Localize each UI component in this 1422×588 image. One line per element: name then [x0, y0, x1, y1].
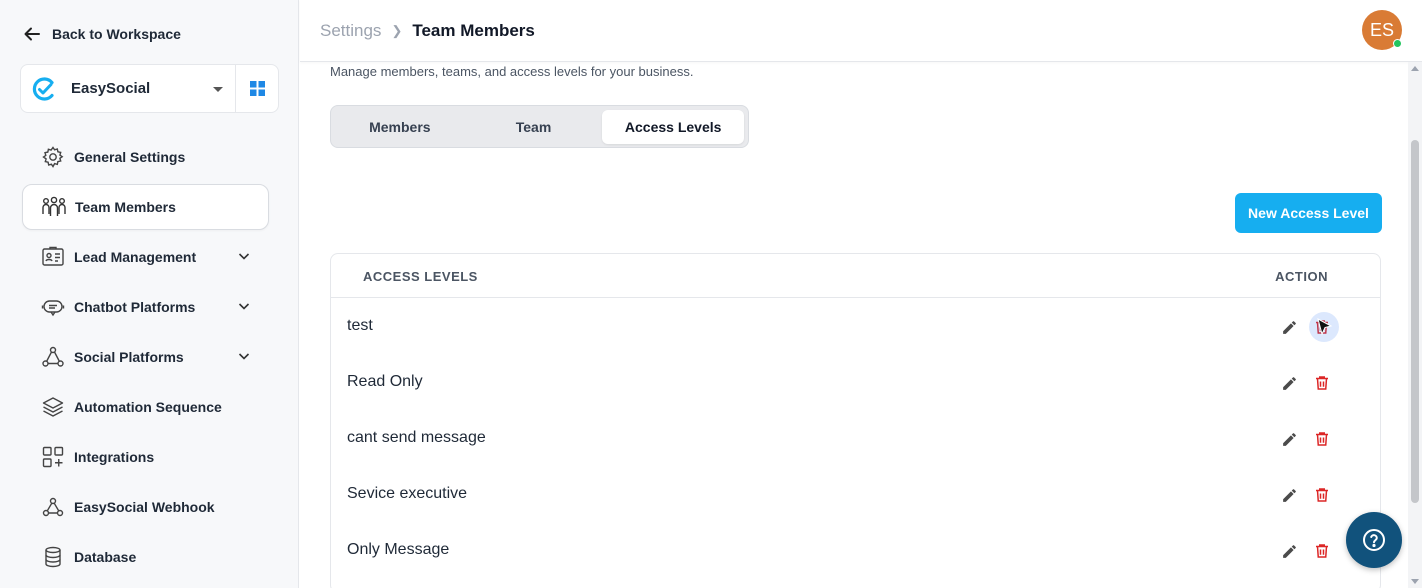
edit-button[interactable] — [1279, 429, 1299, 449]
apps-grid-button[interactable] — [235, 65, 278, 112]
breadcrumb-current: Team Members — [412, 21, 535, 40]
sidebar-item-general-settings[interactable]: General Settings — [22, 134, 269, 180]
pencil-icon — [1282, 376, 1296, 390]
avatar-initials: ES — [1369, 19, 1394, 40]
online-status-dot — [1393, 39, 1402, 48]
sidebar-item-label: General Settings — [74, 149, 186, 165]
sidebar-item-lead-management[interactable]: Lead Management — [22, 234, 269, 280]
chevron-right-icon: ❯ — [391, 23, 403, 38]
pencil-icon — [1282, 544, 1296, 558]
gear-icon — [40, 144, 66, 170]
page-description: Manage members, teams, and access levels… — [330, 64, 694, 79]
table-row: Read Only — [331, 354, 1380, 410]
access-level-name: cant send message — [347, 429, 486, 446]
sidebar-item-label: Social Platforms — [74, 349, 184, 365]
new-access-level-button[interactable]: New Access Level — [1235, 193, 1382, 233]
sidebar-item-label: Integrations — [74, 449, 155, 465]
cursor-arrow-icon — [1317, 318, 1333, 336]
delete-button[interactable] — [1312, 429, 1332, 449]
edit-button[interactable] — [1279, 317, 1299, 337]
arrow-left-icon — [24, 27, 40, 41]
sidebar-item-team-members[interactable]: Team Members — [22, 184, 269, 230]
back-to-workspace-link[interactable]: Back to Workspace — [22, 24, 181, 44]
column-header-access-levels: ACCESS LEVELS — [363, 269, 478, 284]
sidebar-item-integrations[interactable]: Integrations — [22, 434, 269, 480]
delete-button[interactable] — [1312, 485, 1332, 505]
table-row: Sevice executive — [331, 466, 1380, 522]
sidebar-item-label: Team Members — [75, 199, 176, 215]
scroll-down-icon[interactable] — [1411, 579, 1419, 584]
layers-icon — [40, 394, 66, 420]
chatbot-icon — [40, 294, 66, 320]
workspace-name: EasySocial — [71, 80, 151, 97]
mouse-cursor — [1309, 312, 1339, 342]
access-levels-table: ACCESS LEVELS ACTION test Read Only cant… — [330, 253, 1381, 588]
chevron-down-icon — [238, 303, 250, 310]
chevron-down-icon — [238, 353, 250, 360]
edit-button[interactable] — [1279, 485, 1299, 505]
chevron-down-icon — [238, 253, 250, 260]
delete-button[interactable] — [1312, 373, 1332, 393]
delete-button[interactable] — [1312, 541, 1332, 561]
pencil-icon — [1282, 432, 1296, 446]
trash-icon — [1316, 544, 1328, 558]
contact-card-icon — [40, 244, 66, 270]
grid-icon — [249, 81, 265, 96]
tab-bar: Members Team Access Levels — [330, 105, 749, 148]
sidebar-item-label: Database — [74, 549, 137, 565]
sidebar-item-label: Automation Sequence — [74, 399, 222, 415]
edit-button[interactable] — [1279, 373, 1299, 393]
sidebar-item-database[interactable]: Database — [22, 534, 269, 580]
database-icon — [40, 544, 66, 570]
access-level-name: Only Message — [347, 541, 450, 558]
sidebar-item-automation-sequence[interactable]: Automation Sequence — [22, 384, 269, 430]
table-header: ACCESS LEVELS ACTION — [331, 254, 1380, 298]
pencil-icon — [1282, 320, 1296, 334]
scroll-thumb[interactable] — [1411, 140, 1419, 503]
sidebar-item-label: Lead Management — [74, 249, 197, 265]
question-mark-icon — [1363, 529, 1385, 551]
breadcrumb: Settings ❯ Team Members — [320, 21, 535, 41]
breadcrumb-settings-link[interactable]: Settings — [320, 21, 381, 41]
workspace-switcher: EasySocial — [20, 64, 279, 113]
access-level-name: Read Only — [347, 373, 423, 390]
settings-nav: General Settings Team Members Lead Manag… — [22, 134, 269, 584]
access-level-name: test — [347, 317, 373, 334]
trash-icon — [1316, 376, 1328, 390]
scroll-up-icon[interactable] — [1411, 66, 1419, 71]
pencil-icon — [1282, 488, 1296, 502]
sidebar-item-label: EasySocial Webhook — [74, 499, 215, 515]
tab-team[interactable]: Team — [465, 110, 603, 144]
table-row: cant send message — [331, 410, 1380, 466]
team-icon — [41, 194, 67, 220]
workspace-select[interactable]: EasySocial — [21, 65, 235, 112]
scrollbar[interactable] — [1408, 62, 1422, 588]
integrations-icon — [40, 444, 66, 470]
trash-icon — [1316, 488, 1328, 502]
edit-button[interactable] — [1279, 541, 1299, 561]
table-row: Only Message — [331, 522, 1380, 578]
social-network-icon — [40, 344, 66, 370]
sidebar-item-social-platforms[interactable]: Social Platforms — [22, 334, 269, 380]
help-button[interactable] — [1346, 512, 1402, 568]
tab-members[interactable]: Members — [335, 110, 465, 144]
tab-access-levels[interactable]: Access Levels — [602, 109, 744, 144]
sidebar-item-label: Chatbot Platforms — [74, 299, 196, 315]
trash-icon — [1316, 432, 1328, 446]
sidebar-item-chatbot-platforms[interactable]: Chatbot Platforms — [22, 284, 269, 330]
caret-down-icon — [213, 87, 223, 92]
column-header-action: ACTION — [1275, 269, 1328, 284]
access-level-name: Sevice executive — [347, 485, 468, 502]
easysocial-logo-icon — [32, 76, 54, 101]
sidebar-item-easysocial-webhook[interactable]: EasySocial Webhook — [22, 484, 269, 530]
top-bar: Settings ❯ Team Members ES — [300, 0, 1422, 62]
table-row: test — [331, 298, 1380, 354]
back-label: Back to Workspace — [52, 26, 181, 42]
webhook-icon — [40, 494, 66, 520]
avatar[interactable]: ES — [1362, 10, 1402, 50]
sidebar: Back to Workspace EasySocial General Set… — [0, 0, 299, 588]
